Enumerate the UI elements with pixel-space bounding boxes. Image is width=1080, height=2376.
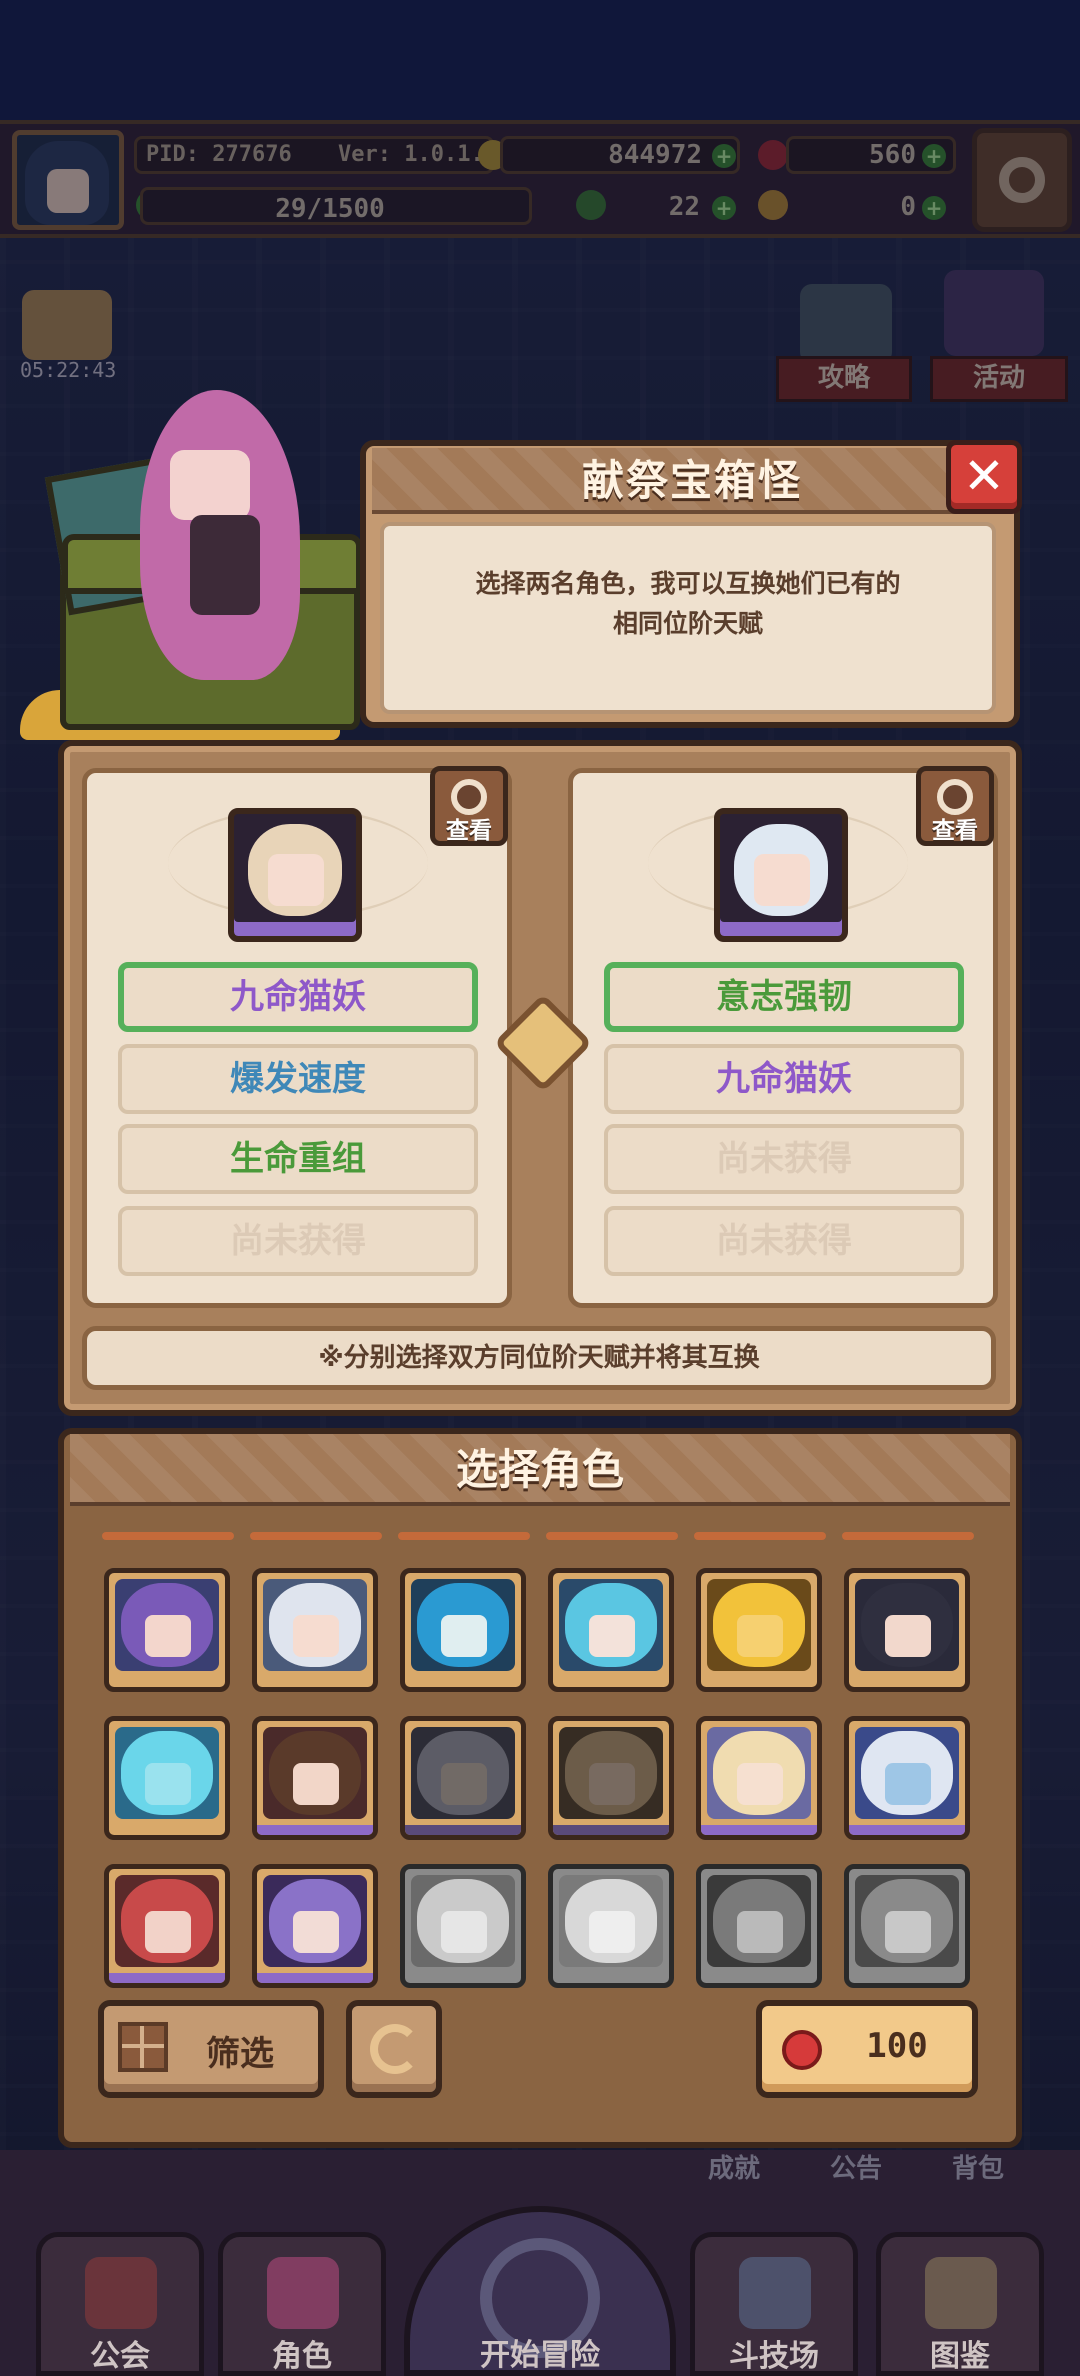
character-slot-16[interactable]	[548, 1864, 674, 1988]
red-gem-icon	[782, 2030, 822, 2070]
right-view-label: 查看	[932, 818, 978, 844]
character-slot-18[interactable]	[844, 1864, 970, 1988]
right-talent-2[interactable]: 九命猫妖	[604, 1044, 964, 1114]
character-slot-17[interactable]	[696, 1864, 822, 1988]
character-slot-11[interactable]	[696, 1716, 822, 1840]
left-talent-1[interactable]: 九命猫妖	[118, 962, 478, 1032]
character-slot-15[interactable]	[400, 1864, 526, 1988]
shelf	[250, 1532, 382, 1540]
crossed-swords-icon	[739, 2257, 811, 2329]
left-view-button[interactable]: 查看	[430, 766, 508, 846]
character-slot-3[interactable]	[400, 1568, 526, 1692]
shelf	[102, 1532, 234, 1540]
character-slot-6[interactable]	[844, 1568, 970, 1692]
dialog-title: 献祭宝箱怪	[581, 456, 802, 505]
right-talent-3: 尚未获得	[604, 1124, 964, 1194]
status-bar-area	[0, 0, 1080, 120]
bag-button[interactable]: 背包	[952, 2148, 1004, 2185]
mimic-girl-face	[170, 450, 250, 520]
nav-adventure-label: 开始冒险	[480, 2338, 600, 2373]
cost-amount: 100	[866, 2026, 928, 2066]
swap-instruction-note: ※分别选择双方同位阶天赋并将其互换	[82, 1326, 996, 1390]
character-slot-9[interactable]	[400, 1716, 526, 1840]
shelf	[398, 1532, 530, 1540]
character-slot-2[interactable]	[252, 1568, 378, 1692]
nav-guild-label: 公会	[90, 2339, 150, 2374]
nav-characters-label: 角色	[272, 2339, 332, 2374]
character-slot-1[interactable]	[104, 1568, 230, 1692]
left-view-label: 查看	[446, 818, 492, 844]
character-slot-4[interactable]	[548, 1568, 674, 1692]
shelf	[694, 1532, 826, 1540]
close-button[interactable]: ✕	[946, 440, 1022, 514]
dialog-description-line2: 相同位阶天赋	[612, 609, 763, 638]
character-icon	[267, 2257, 339, 2329]
character-slot-14[interactable]	[252, 1864, 378, 1988]
filter-label: 筛选	[206, 2034, 274, 2074]
nav-arena-label: 斗技场	[729, 2339, 819, 2374]
left-talent-3[interactable]: 生命重组	[118, 1124, 478, 1194]
character-slot-5[interactable]	[696, 1568, 822, 1692]
nav-characters[interactable]: 角色	[218, 2232, 386, 2376]
character-slot-12[interactable]	[844, 1716, 970, 1840]
close-icon: ✕	[963, 447, 1005, 505]
achievement-button[interactable]: 成就	[708, 2148, 760, 2185]
nav-codex[interactable]: 图鉴	[876, 2232, 1044, 2376]
left-talent-4: 尚未获得	[118, 1206, 478, 1276]
right-view-button[interactable]: 查看	[916, 766, 994, 846]
refresh-button[interactable]	[346, 2000, 442, 2098]
right-character-portrait[interactable]	[714, 808, 848, 942]
character-slot-13[interactable]	[104, 1864, 230, 1988]
character-slot-8[interactable]	[252, 1716, 378, 1840]
right-talent-4: 尚未获得	[604, 1206, 964, 1276]
mimic-girl-body	[190, 515, 260, 615]
guild-icon	[85, 2257, 157, 2329]
left-character-portrait[interactable]	[228, 808, 362, 942]
character-slot-7[interactable]	[104, 1716, 230, 1840]
shelf	[546, 1532, 678, 1540]
magnifier-icon	[937, 779, 973, 815]
left-talent-2[interactable]: 爆发速度	[118, 1044, 478, 1114]
nav-codex-label: 图鉴	[930, 2339, 990, 2374]
right-talent-1[interactable]: 意志强韧	[604, 962, 964, 1032]
dialog-description-line1: 选择两名角色，我可以互换她们已有的	[475, 569, 901, 598]
character-select-title: 选择角色	[455, 1445, 624, 1494]
notice-button[interactable]: 公告	[830, 2148, 882, 2185]
nav-guild[interactable]: 公会	[36, 2232, 204, 2376]
book-icon	[925, 2257, 997, 2329]
filter-grid-icon	[118, 2022, 168, 2072]
nav-arena[interactable]: 斗技场	[690, 2232, 858, 2376]
character-slot-10[interactable]	[548, 1716, 674, 1840]
refresh-icon	[370, 2024, 420, 2074]
magnifier-icon	[451, 779, 487, 815]
shelf	[842, 1532, 974, 1540]
